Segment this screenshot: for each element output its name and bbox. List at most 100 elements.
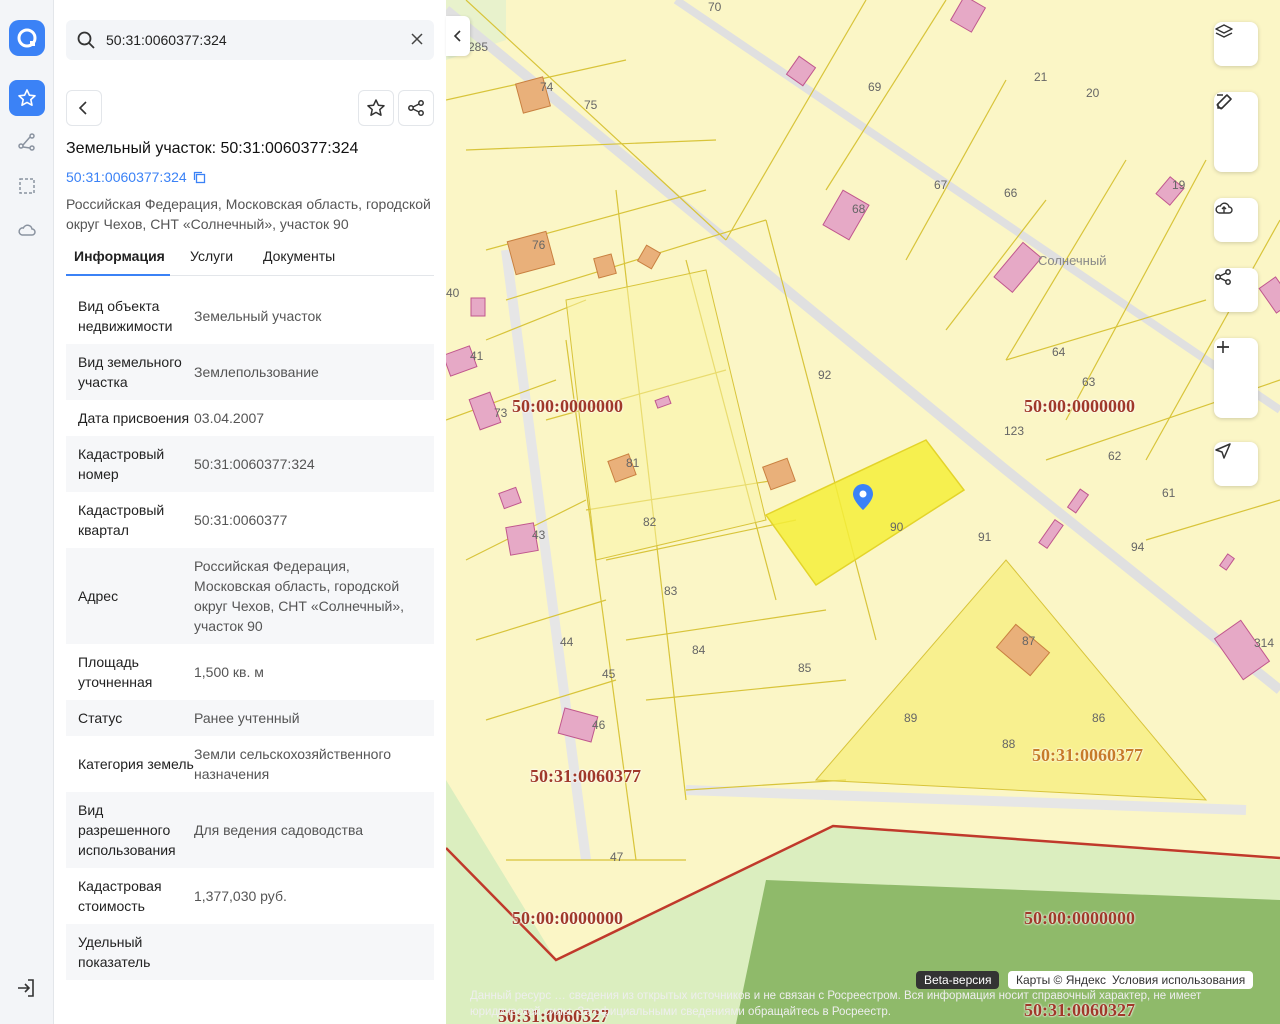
zoom-out-icon[interactable] xyxy=(1214,338,1232,356)
table-row: Вид объекта недвижимости Земельный участо… xyxy=(66,288,434,344)
add-favorite-button[interactable] xyxy=(358,90,394,126)
cadastral-quarter-label: 50:31:0060377 xyxy=(530,766,641,786)
tab-bar: Информация Услуги Документы xyxy=(66,242,434,276)
search-input[interactable]: 50:31:0060377:324 xyxy=(106,32,227,48)
cadastral-quarter-label: 50:31:0060377 xyxy=(1032,745,1143,765)
parcel-number: 73 xyxy=(494,406,508,420)
map-attribution[interactable]: Карты © Яндекс xyxy=(1008,971,1111,989)
table-row: Удельный показатель xyxy=(66,924,434,980)
row-value: Земли сельскохозяйственного назначения xyxy=(194,746,392,782)
row-key: Площадь уточненная xyxy=(78,654,153,690)
row-value: Ранее учтенный xyxy=(194,710,300,726)
layers-button[interactable] xyxy=(1214,22,1258,66)
table-row: Вид разрешенного использования Для ведени… xyxy=(66,792,434,868)
edit-icon[interactable] xyxy=(1214,92,1234,112)
chevron-left-icon xyxy=(453,30,461,42)
parcel-number: 43 xyxy=(532,528,546,542)
cadastral-quarter-label: 50:00:0000000 xyxy=(1024,396,1135,416)
search-icon xyxy=(76,30,96,55)
parcel-number: 69 xyxy=(868,80,882,94)
row-key: Категория земель xyxy=(78,756,194,772)
parcel-number: 74 xyxy=(540,80,554,94)
active-tab-indicator xyxy=(66,274,170,276)
row-key: Статус xyxy=(78,710,123,726)
parcel-number: 19 xyxy=(1172,178,1186,192)
row-key: Вид земельного участка xyxy=(78,354,182,390)
cadastral-quarter-label: 50:00:0000000 xyxy=(512,908,623,928)
parcel-number: 70 xyxy=(708,0,722,14)
row-value: Для ведения садоводства xyxy=(194,822,364,838)
table-row: Площадь уточненная 1,500 кв. м xyxy=(66,644,434,700)
parcel-number: 41 xyxy=(470,349,484,363)
parcel-number: 63 xyxy=(1082,375,1096,389)
parcel-number: 123 xyxy=(1004,424,1025,438)
table-row: Кадастровая стоимость 1,377,030 руб. xyxy=(66,868,434,924)
row-key: Удельный показатель xyxy=(78,934,151,970)
parcel-number: 64 xyxy=(1052,345,1066,359)
parcel-number: 20 xyxy=(1086,86,1100,100)
parcel-number: 92 xyxy=(818,368,832,382)
tab-information[interactable]: Информация xyxy=(74,248,165,264)
map-canvas[interactable]: 70 285 74 75 69 21 20 67 66 68 19 76 92 … xyxy=(446,0,1280,1024)
parcel-number: 44 xyxy=(560,635,574,649)
row-value: Земельный участок xyxy=(194,308,322,324)
back-button[interactable] xyxy=(66,90,102,126)
left-rail xyxy=(0,0,54,1024)
parcel-number: 81 xyxy=(626,456,640,470)
map-share-button[interactable] xyxy=(1214,268,1258,312)
star-icon xyxy=(367,99,385,116)
parcel-number: 88 xyxy=(1002,737,1016,751)
row-key: Кадастровая стоимость xyxy=(78,878,162,914)
collapse-panel-button[interactable] xyxy=(446,16,470,56)
favorites-icon[interactable] xyxy=(9,80,45,116)
row-value: Российская Федерация, Московская область… xyxy=(194,558,405,634)
terms-link[interactable]: Условия использования xyxy=(1108,971,1254,989)
parcel-number: 21 xyxy=(1034,70,1048,84)
parcel-number: 285 xyxy=(468,40,489,54)
table-row: Кадастровый номер 50:31:0060377:324 xyxy=(66,436,434,492)
copy-icon[interactable] xyxy=(193,171,206,184)
cadastral-number-link[interactable]: 50:31:0060377:324 xyxy=(66,169,206,185)
table-row: Статус Ранее учтенный xyxy=(66,700,434,736)
tools-group xyxy=(1214,92,1258,172)
app-logo-icon[interactable] xyxy=(9,20,45,56)
row-value: 50:31:0060377:324 xyxy=(194,456,315,472)
street-label: Солнечный xyxy=(1038,253,1107,268)
parcel-number: 314 xyxy=(1254,636,1275,650)
search-box[interactable]: 50:31:0060377:324 xyxy=(66,20,434,60)
logout-icon[interactable] xyxy=(14,976,38,1005)
clear-search-icon[interactable] xyxy=(410,32,424,51)
table-row: Вид земельного участка Землепользование xyxy=(66,344,434,400)
table-row: Адрес Российская Федерация, Московская об… xyxy=(66,548,434,644)
row-value: 03.04.2007 xyxy=(194,410,265,426)
parcel-number: 40 xyxy=(446,286,460,300)
upload-button[interactable] xyxy=(1214,198,1258,242)
row-key: Вид объекта недвижимости xyxy=(78,298,173,334)
tab-services[interactable]: Услуги xyxy=(190,248,233,264)
parcel-number: 47 xyxy=(610,850,624,864)
parcel-number: 87 xyxy=(1022,634,1036,648)
parcel-number: 76 xyxy=(532,238,546,252)
zoom-controls xyxy=(1214,338,1258,418)
parcel-number: 83 xyxy=(664,584,678,598)
layers-icon xyxy=(1215,24,1233,38)
row-value: 1,500 кв. м xyxy=(194,664,264,680)
my-location-button[interactable] xyxy=(1214,442,1258,486)
cloud-icon[interactable] xyxy=(9,212,45,248)
cadastral-quarter-label: 50:00:0000000 xyxy=(1024,908,1135,928)
tab-documents[interactable]: Документы xyxy=(263,248,335,264)
route-icon[interactable] xyxy=(9,124,45,160)
table-row: Дата присвоения 03.04.2007 xyxy=(66,400,434,436)
row-key: Адрес xyxy=(78,588,119,604)
parcel-number: 68 xyxy=(852,202,866,216)
parcel-number: 94 xyxy=(1131,540,1145,554)
share-button[interactable] xyxy=(398,90,434,126)
cadastral-number-text[interactable]: 50:31:0060377:324 xyxy=(66,169,187,185)
parcel-number: 84 xyxy=(692,643,706,657)
parcel-number: 45 xyxy=(602,667,616,681)
chevron-left-icon xyxy=(78,101,87,115)
parcel-number: 82 xyxy=(643,515,657,529)
area-select-icon[interactable] xyxy=(9,168,45,204)
row-key: Дата присвоения xyxy=(78,410,190,426)
parcel-number: 89 xyxy=(904,711,918,725)
